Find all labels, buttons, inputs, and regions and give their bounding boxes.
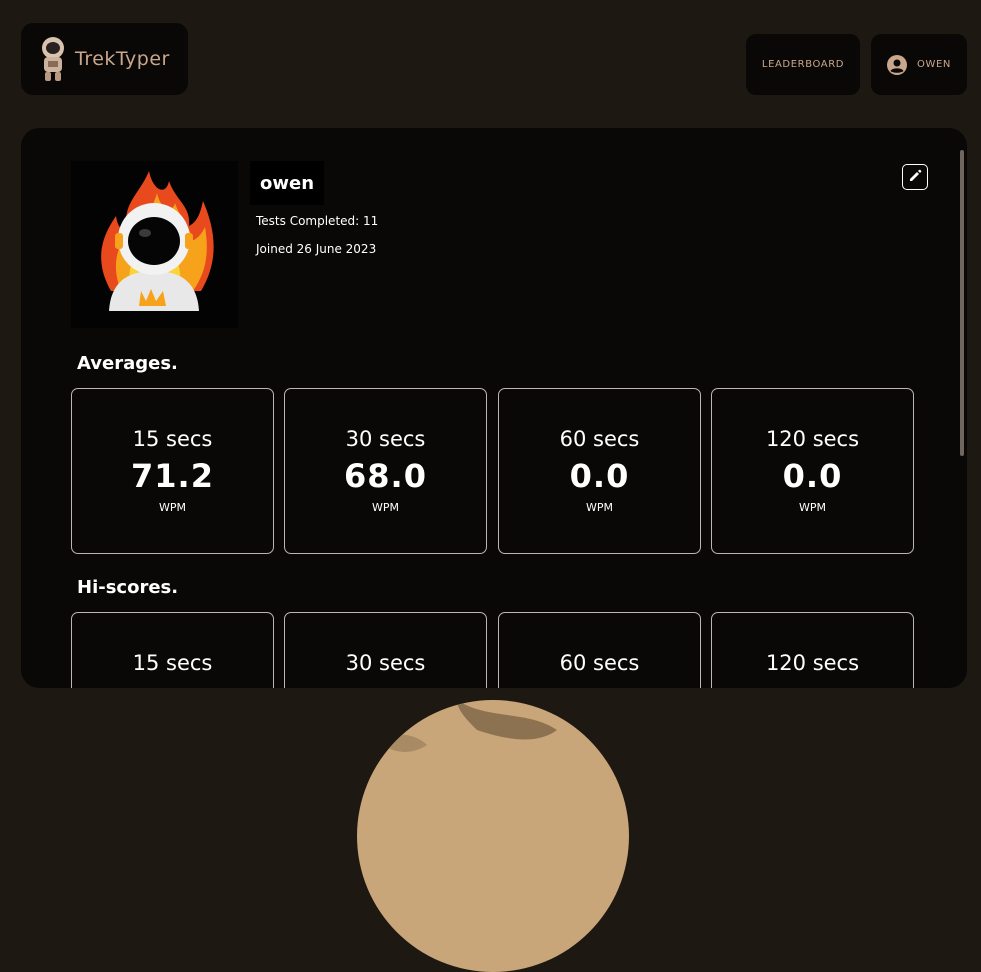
profile-username: owen bbox=[250, 161, 324, 205]
leaderboard-button[interactable]: LEADERBOARD bbox=[746, 34, 860, 95]
joined-date: Joined 26 June 2023 bbox=[256, 242, 377, 256]
card-duration: 120 secs bbox=[765, 651, 860, 675]
average-card-15: 15 secs 71.2 WPM bbox=[71, 388, 274, 554]
hiscore-card-15: 15 secs bbox=[71, 612, 274, 688]
card-duration: 60 secs bbox=[559, 651, 640, 675]
card-duration: 30 secs bbox=[345, 427, 426, 451]
card-unit: WPM bbox=[585, 501, 613, 514]
average-card-30: 30 secs 68.0 WPM bbox=[284, 388, 487, 554]
card-value: 68.0 bbox=[344, 457, 427, 495]
hiscore-card-30: 30 secs bbox=[284, 612, 487, 688]
logo[interactable]: TrekTyper bbox=[21, 23, 188, 95]
user-avatar-icon bbox=[887, 54, 908, 75]
pencil-icon bbox=[908, 168, 922, 187]
app-name: TrekTyper bbox=[75, 48, 170, 70]
user-menu-button[interactable]: OWEN bbox=[871, 34, 967, 95]
card-unit: WPM bbox=[371, 501, 399, 514]
leaderboard-label: LEADERBOARD bbox=[761, 59, 845, 70]
tests-completed: Tests Completed: 11 bbox=[256, 214, 379, 228]
card-duration: 15 secs bbox=[132, 651, 213, 675]
card-duration: 30 secs bbox=[345, 651, 426, 675]
card-unit: WPM bbox=[158, 501, 186, 514]
hiscore-card-60: 60 secs bbox=[498, 612, 701, 688]
profile-panel: owen Tests Completed: 11 Joined 26 June … bbox=[21, 128, 967, 688]
card-unit: WPM bbox=[798, 501, 826, 514]
card-value: 0.0 bbox=[569, 457, 630, 495]
scrollbar[interactable] bbox=[960, 150, 964, 456]
averages-title: Averages. bbox=[77, 353, 178, 374]
average-card-60: 60 secs 0.0 WPM bbox=[498, 388, 701, 554]
hiscore-card-120: 120 secs bbox=[711, 612, 914, 688]
card-duration: 60 secs bbox=[559, 427, 640, 451]
card-value: 0.0 bbox=[782, 457, 843, 495]
planet-decoration bbox=[357, 700, 629, 972]
edit-profile-button[interactable] bbox=[902, 164, 928, 190]
card-value: 71.2 bbox=[131, 457, 214, 495]
user-menu-label: OWEN bbox=[917, 59, 951, 70]
card-duration: 120 secs bbox=[765, 427, 860, 451]
average-card-120: 120 secs 0.0 WPM bbox=[711, 388, 914, 554]
card-duration: 15 secs bbox=[132, 427, 213, 451]
profile-avatar bbox=[71, 161, 238, 328]
hiscores-title: Hi-scores. bbox=[77, 577, 179, 598]
astronaut-logo-icon bbox=[39, 36, 67, 82]
